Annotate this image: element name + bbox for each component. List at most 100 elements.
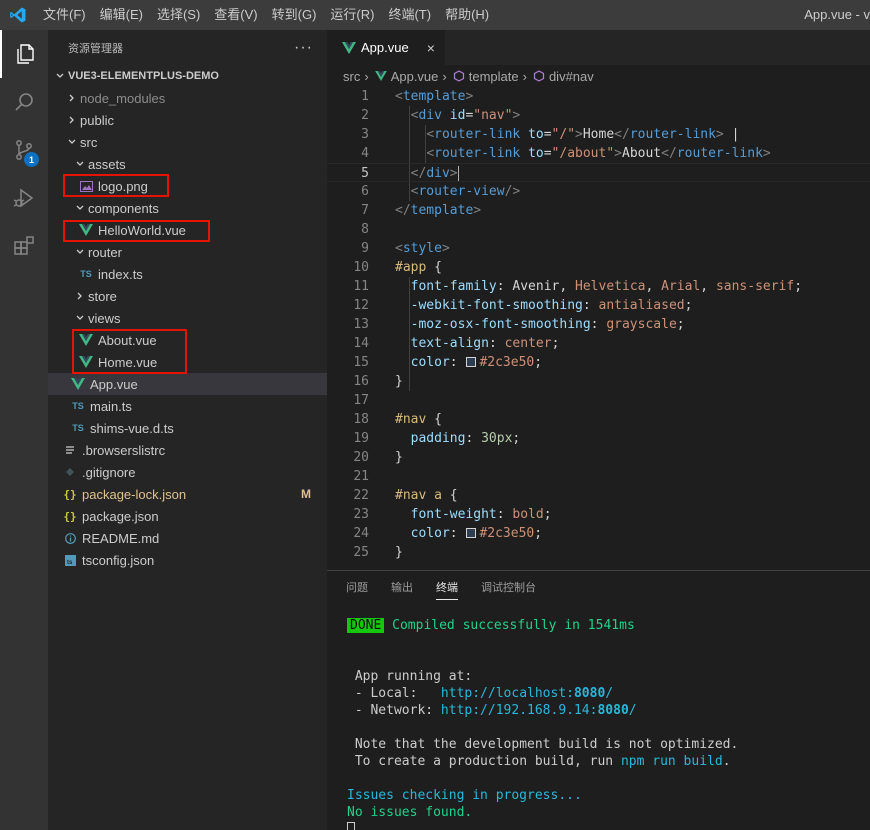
tree-item-shims-vue-d-ts[interactable]: TS shims-vue.d.ts <box>48 417 327 439</box>
breadcrumb-item-template[interactable]: template <box>469 69 519 84</box>
element-icon <box>451 70 467 82</box>
code-line: 10 #app { <box>353 260 442 275</box>
terminal-line: Issues checking in progress... <box>347 788 582 803</box>
extensions-icon[interactable] <box>0 222 48 270</box>
done-badge: DONE <box>347 618 385 633</box>
color-swatch[interactable] <box>466 528 477 538</box>
code-line: 14 text-align: center; <box>353 336 560 351</box>
tree-item-label: components <box>88 200 159 216</box>
breadcrumb-item-file[interactable]: App.vue <box>391 69 439 84</box>
network-url-link[interactable]: http://192.168.9.14:8080/ <box>441 703 637 718</box>
tree-item-package-lock-json[interactable]: {} package-lock.json M <box>48 483 327 505</box>
terminal-line: Note that the development build is not o… <box>354 737 739 752</box>
menu-file[interactable]: 文件(F) <box>36 0 93 30</box>
search-icon[interactable] <box>0 78 48 126</box>
menu-terminal[interactable]: 终端(T) <box>381 0 438 30</box>
tsconfig-file-icon: ts <box>62 554 78 566</box>
explorer-icon[interactable] <box>0 30 48 78</box>
terminal-line: DONE Compiled successfully in 1541ms <box>347 617 738 634</box>
chevron-down-icon <box>72 247 88 257</box>
vue-file-icon <box>373 71 389 81</box>
code-line: 25} <box>353 545 403 560</box>
tree-item-assets[interactable]: assets <box>48 153 327 175</box>
chevron-right-icon: › <box>364 68 369 84</box>
tree-item-label: index.ts <box>98 266 143 282</box>
chevron-down-icon <box>72 313 88 323</box>
code-line: 7 </template> <box>361 203 482 218</box>
breadcrumb-item-div-nav[interactable]: div#nav <box>549 69 594 84</box>
run-debug-icon[interactable] <box>0 174 48 222</box>
code-line: 1 <template> <box>361 89 474 104</box>
tree-item-node-modules[interactable]: node_modules <box>48 87 327 109</box>
code-line: 19 padding: 30px; <box>353 431 521 446</box>
tree-item-label: package.json <box>82 508 159 524</box>
code-line: 4 <router-link to="/about">About</router… <box>361 146 771 161</box>
tree-item-readme-md[interactable]: README.md <box>48 527 327 549</box>
tree-item-gitignore[interactable]: .gitignore <box>48 461 327 483</box>
tree-item-index-ts[interactable]: TS index.ts <box>48 263 327 285</box>
code-line: 24 color: #2c3e50; <box>353 526 543 541</box>
menu-view[interactable]: 查看(V) <box>207 0 264 30</box>
close-icon[interactable]: × <box>427 40 435 56</box>
tree-item-label: .gitignore <box>82 464 136 480</box>
tab-terminal[interactable]: 终端 <box>436 575 458 600</box>
tree-item-label: App.vue <box>90 376 138 392</box>
code-line: 2 <div id="nav"> <box>361 108 521 123</box>
tree-item-views[interactable]: views <box>48 307 327 329</box>
terminal-output[interactable]: DONE Compiled successfully in 1541ms App… <box>347 617 738 830</box>
code-editor[interactable]: 1 <template> 2 <div id="nav"> 3 <router-l… <box>327 87 870 562</box>
tree-item-browserslistrc[interactable]: .browserslistrc <box>48 439 327 461</box>
tree-item-src[interactable]: src <box>48 131 327 153</box>
terminal-line: - Local: http://localhost:8080/ <box>354 686 614 701</box>
editor-tabs: App.vue × <box>327 30 870 65</box>
chevron-down-icon <box>72 159 88 169</box>
highlight-box-logo <box>63 174 169 197</box>
chevron-right-icon <box>64 115 80 125</box>
breadcrumb-item-src[interactable]: src <box>343 69 360 84</box>
git-modified-badge: M <box>301 487 311 501</box>
explorer-sidebar: 资源管理器 ··· VUE3-ELEMENTPLUS-DEMO node_mod… <box>48 30 327 830</box>
json-file-icon: {} <box>63 487 77 501</box>
code-line: 21 <box>353 469 369 484</box>
chevron-down-icon <box>72 203 88 213</box>
chevron-right-icon: › <box>522 68 527 84</box>
menu-run[interactable]: 运行(R) <box>323 0 381 30</box>
tree-item-label: tsconfig.json <box>82 552 155 568</box>
code-line: 23 font-weight: bold; <box>353 507 552 522</box>
svg-text:ts: ts <box>67 560 73 566</box>
code-line: 13 -moz-osx-font-smoothing: grayscale; <box>353 317 685 332</box>
menu-go[interactable]: 转到(G) <box>265 0 324 30</box>
tree-item-main-ts[interactable]: TS main.ts <box>48 395 327 417</box>
tab-output[interactable]: 输出 <box>391 575 413 599</box>
highlight-box-helloworld <box>63 220 210 242</box>
tree-item-package-json[interactable]: {} package.json <box>48 505 327 527</box>
tab-app-vue[interactable]: App.vue × <box>327 30 445 65</box>
tree-item-router[interactable]: router <box>48 241 327 263</box>
tree-item-tsconfig-json[interactable]: ts tsconfig.json <box>48 549 327 571</box>
tab-debug-console[interactable]: 调试控制台 <box>481 575 536 599</box>
more-actions-icon[interactable]: ··· <box>294 39 313 57</box>
editor-area: App.vue × src › App.vue › template › div… <box>327 30 870 570</box>
code-line: 9 <style> <box>361 241 450 256</box>
tree-item-store[interactable]: store <box>48 285 327 307</box>
local-url-link[interactable]: http://localhost:8080/ <box>441 686 613 701</box>
tree-item-public[interactable]: public <box>48 109 327 131</box>
code-line: 12 -webkit-font-smoothing: antialiased; <box>353 298 693 313</box>
code-line: 17 <box>353 393 369 408</box>
code-line-current: 5 </div> <box>327 163 870 182</box>
tree-item-label: assets <box>88 156 126 172</box>
git-file-icon <box>62 467 78 477</box>
project-name: VUE3-ELEMENTPLUS-DEMO <box>68 70 219 82</box>
terminal-line: - Network: http://192.168.9.14:8080/ <box>354 703 637 718</box>
project-section-header[interactable]: VUE3-ELEMENTPLUS-DEMO <box>48 65 327 87</box>
menu-edit[interactable]: 编辑(E) <box>93 0 150 30</box>
menu-selection[interactable]: 选择(S) <box>150 0 207 30</box>
color-swatch[interactable] <box>466 357 477 367</box>
menu-help[interactable]: 帮助(H) <box>438 0 496 30</box>
source-control-icon[interactable]: 1 <box>0 126 48 174</box>
tree-item-app-vue[interactable]: App.vue <box>48 373 327 395</box>
tree-item-components[interactable]: components <box>48 197 327 219</box>
tab-problems[interactable]: 问题 <box>346 575 368 599</box>
